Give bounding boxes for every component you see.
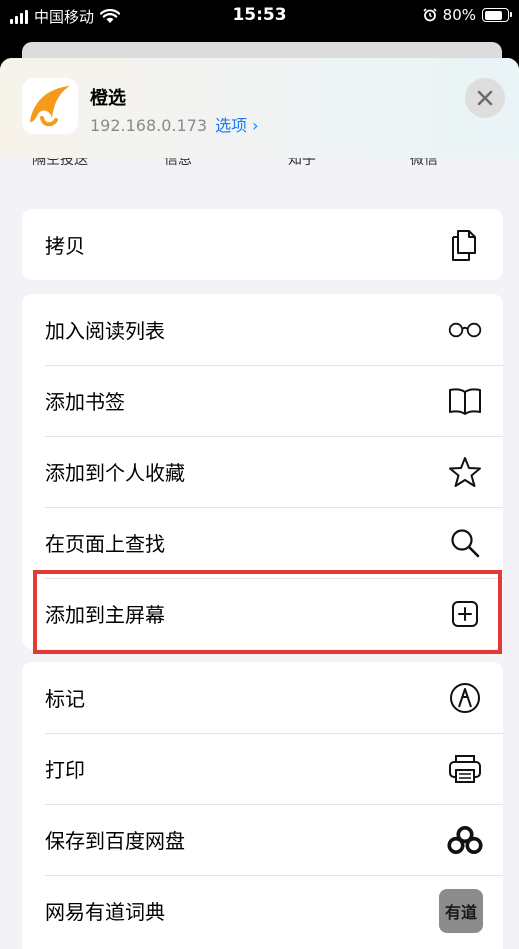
baidu-cloud-icon (447, 822, 483, 858)
action-print[interactable]: 打印 (22, 733, 503, 804)
search-icon (447, 525, 483, 561)
share-target-messages[interactable]: 信息 (164, 158, 192, 169)
action-label: 标记 (45, 687, 85, 711)
action-group-apps: 标记 打印 保存到百度网盘 网易有道词典 有道 (22, 662, 503, 949)
action-label: 保存到百度网盘 (45, 829, 185, 853)
action-label: 在页面上查找 (45, 532, 165, 556)
battery-icon (482, 8, 512, 22)
action-add-favorites[interactable]: 添加到个人收藏 (22, 436, 503, 507)
book-icon (447, 383, 483, 419)
alarm-clock-icon (423, 8, 437, 22)
share-target-wechat[interactable]: 微信 (410, 158, 438, 169)
close-icon (477, 90, 493, 106)
action-markup[interactable]: 标记 (22, 662, 503, 733)
status-right: 80% (423, 6, 512, 24)
action-save-baidu-netdisk[interactable]: 保存到百度网盘 (22, 804, 503, 875)
markup-pen-icon (447, 680, 483, 716)
app-logo-icon (22, 78, 78, 134)
action-label: 打印 (45, 758, 85, 782)
page-url: 192.168.0.173 (90, 116, 208, 135)
action-group-copy: 拷贝 (22, 209, 503, 280)
page-address: 192.168.0.173 选项 › (90, 112, 259, 136)
share-targets-row: 隔空投送 信息 知乎 微信 (0, 158, 519, 170)
close-button[interactable] (465, 78, 505, 118)
action-youdao-dictionary[interactable]: 网易有道词典 有道 (22, 875, 503, 946)
share-sheet: 橙选 192.168.0.173 选项 › 隔空投送 信息 知乎 微信 拷贝 加… (0, 58, 519, 949)
highlight-box (33, 570, 502, 654)
action-add-reading-list[interactable]: 加入阅读列表 (22, 294, 503, 365)
battery-percent: 80% (442, 6, 476, 24)
status-bar: 中国移动 15:53 80% (0, 0, 519, 34)
printer-icon (447, 751, 483, 787)
action-add-bookmark[interactable]: 添加书签 (22, 365, 503, 436)
action-label: 加入阅读列表 (45, 319, 165, 343)
youdao-icon: 有道 (439, 888, 483, 933)
star-icon (447, 454, 483, 490)
share-sheet-header: 橙选 192.168.0.173 选项 › (0, 58, 519, 158)
action-label: 添加书签 (45, 390, 125, 414)
options-link[interactable]: 选项 › (215, 116, 259, 135)
share-target-airdrop[interactable]: 隔空投送 (32, 158, 88, 169)
youdao-icon-text: 有道 (444, 902, 477, 922)
share-target-zhihu[interactable]: 知乎 (288, 158, 316, 169)
reading-glasses-icon (447, 312, 483, 348)
page-title: 橙选 (90, 88, 126, 109)
copy-icon (447, 227, 483, 263)
action-label: 网易有道词典 (45, 900, 165, 924)
action-label: 拷贝 (45, 234, 85, 258)
action-find-on-page[interactable]: 在页面上查找 (22, 507, 503, 578)
action-label: 添加到个人收藏 (45, 461, 185, 485)
action-copy[interactable]: 拷贝 (22, 209, 503, 280)
